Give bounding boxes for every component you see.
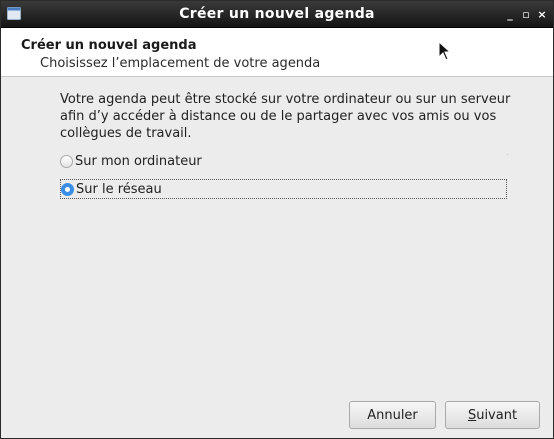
dialog-window: Créer un nouvel agenda _ ▫ × Créer un no… — [0, 0, 554, 439]
title-bar[interactable]: Créer un nouvel agenda _ ▫ × — [1, 1, 553, 28]
cancel-button-label: Annuler — [367, 407, 418, 423]
divider-mark — [507, 154, 508, 155]
next-button-mnemonic: S — [467, 407, 477, 423]
window-title: Créer un nouvel agenda — [179, 6, 375, 22]
location-description: Votre agenda peut être stocké sur votre … — [60, 92, 511, 141]
radio-label-network: Sur le réseau — [76, 181, 162, 197]
radio-option-local[interactable]: Sur mon ordinateur — [60, 151, 202, 171]
next-button[interactable]: Suivant — [445, 401, 540, 429]
close-button[interactable]: × — [535, 7, 549, 21]
window-controls: _ ▫ × — [503, 1, 549, 27]
next-button-label: uivant — [476, 407, 518, 423]
minimize-button[interactable]: _ — [503, 7, 517, 21]
radio-label-local: Sur mon ordinateur — [75, 153, 202, 169]
wizard-header: Créer un nouvel agenda Choisissez l’empl… — [1, 28, 553, 77]
radio-option-network[interactable]: Sur le réseau — [60, 179, 507, 199]
cancel-button[interactable]: Annuler — [349, 401, 436, 429]
mouse-pointer-icon — [438, 41, 452, 61]
radio-button-local[interactable] — [60, 154, 73, 168]
wizard-body: Votre agenda peut être stocké sur votre … — [1, 77, 553, 438]
page-subtitle: Choisissez l’emplacement de votre agenda — [40, 56, 321, 71]
maximize-button[interactable]: ▫ — [519, 7, 533, 21]
radio-button-network[interactable] — [61, 182, 74, 196]
page-title: Créer un nouvel agenda — [21, 38, 197, 53]
